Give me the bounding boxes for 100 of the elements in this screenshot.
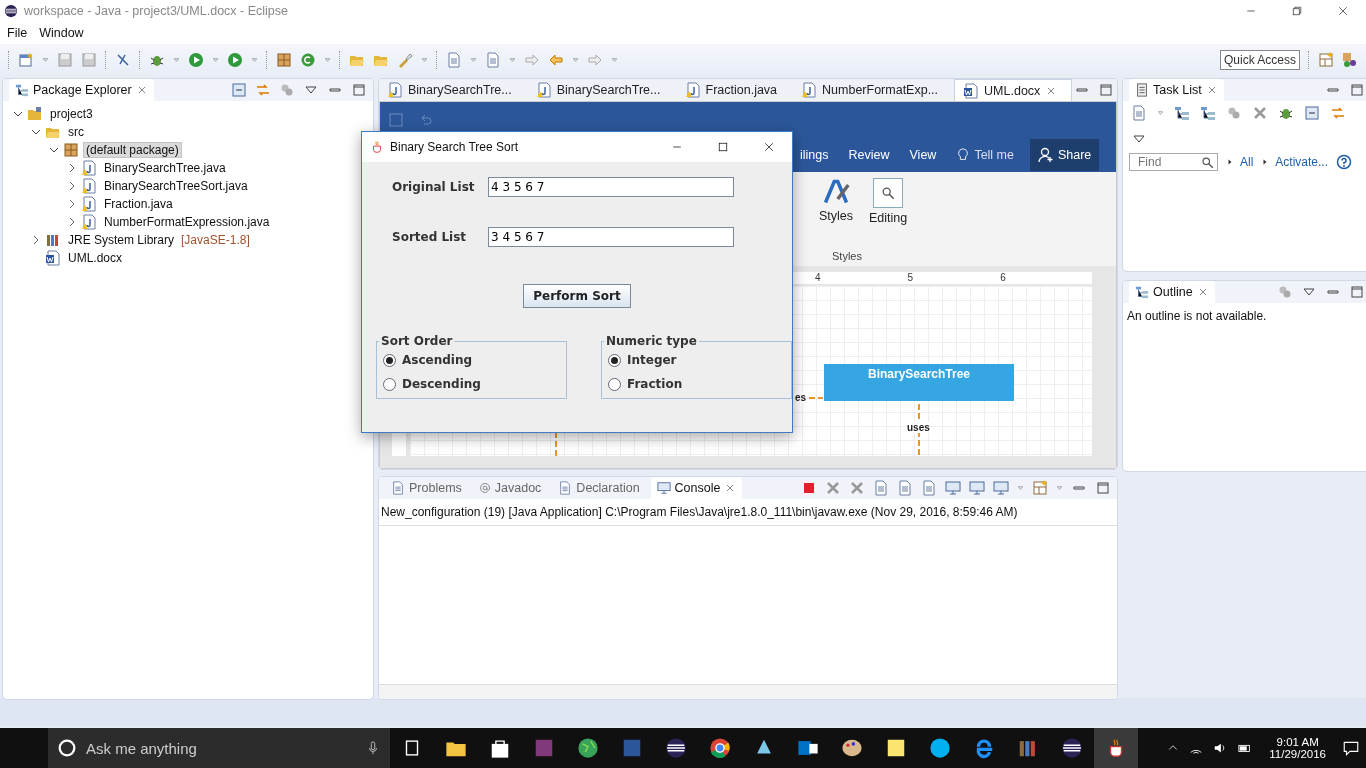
balls-icon[interactable]: [279, 82, 295, 98]
tree-item[interactable]: NumberFormatExpression.java: [101, 214, 273, 230]
radio-label[interactable]: Ascending: [402, 353, 473, 367]
clock-time[interactable]: 9:01 AM: [1276, 736, 1319, 748]
shopping-bag-icon[interactable]: [489, 737, 511, 759]
ribbon-tab[interactable]: ilings: [796, 142, 833, 168]
clock-date[interactable]: 11/29/2016: [1269, 748, 1326, 760]
quick-access-field[interactable]: Quick Access: [1219, 50, 1300, 70]
editor-tab[interactable]: BinarySearchTre...: [379, 79, 526, 101]
hierarchy-icon: [15, 83, 29, 97]
run-with-toolbox-icon[interactable]: [227, 52, 243, 68]
styles-button[interactable]: Styles: [814, 172, 858, 224]
remove-icon[interactable]: [825, 480, 841, 496]
menu-item[interactable]: Window: [35, 24, 88, 42]
panel-tab[interactable]: Console: [650, 477, 743, 499]
new-console-icon[interactable]: [1032, 480, 1048, 496]
radio-label[interactable]: Integer: [627, 353, 677, 367]
show-console-icon[interactable]: [969, 480, 985, 496]
save-icon[interactable]: [57, 52, 73, 68]
forward-arrow-icon[interactable]: [587, 52, 603, 68]
editor-tab[interactable]: UML.docx: [954, 79, 1073, 101]
tree-item-detail: [JavaSE-1.8]: [181, 233, 250, 247]
maximize-icon[interactable]: [1349, 284, 1365, 300]
open-console-icon[interactable]: [993, 480, 1009, 496]
ribbon-tab[interactable]: Review: [844, 142, 894, 168]
java-file-icon: [81, 160, 97, 176]
tree-item[interactable]: JRE System Library: [65, 232, 178, 248]
editing-button[interactable]: Editing: [866, 172, 910, 226]
run-icon[interactable]: [188, 52, 204, 68]
collapse-all-icon[interactable]: [231, 82, 247, 98]
radio-button[interactable]: [608, 377, 621, 391]
tree-item[interactable]: src: [65, 124, 87, 140]
menu-item[interactable]: File: [3, 24, 32, 42]
horizontal-scrollbar[interactable]: [379, 684, 1117, 699]
sticky-note-icon[interactable]: [885, 737, 907, 759]
help-icon[interactable]: [1336, 154, 1353, 170]
stop-icon[interactable]: [801, 480, 817, 496]
color-wheel-icon[interactable]: [709, 737, 731, 759]
remove-all-icon[interactable]: [849, 480, 865, 496]
search-bar[interactable]: Ask me anything: [48, 728, 390, 768]
panel-tab[interactable]: Declaration: [552, 477, 646, 499]
group-label: Styles: [832, 250, 862, 262]
radio-button[interactable]: [383, 353, 396, 367]
radio-button[interactable]: [608, 353, 621, 367]
monitor-icon: [656, 481, 671, 495]
class-circle-icon[interactable]: [300, 52, 316, 68]
panel-tab[interactable]: Task List: [1129, 79, 1224, 101]
open-perspective-icon[interactable]: [1318, 52, 1334, 68]
tell-me-field[interactable]: Tell me: [952, 142, 1018, 168]
java-perspective-icon[interactable]: [1342, 52, 1358, 68]
perform-sort-button[interactable]: Perform Sort: [523, 284, 631, 308]
filter-link[interactable]: All: [1240, 155, 1254, 169]
radio-button[interactable]: [383, 377, 396, 391]
palette-icon[interactable]: [841, 737, 863, 759]
tree-item[interactable]: UML.docx: [65, 250, 126, 266]
search-field[interactable]: Ask me anything: [84, 738, 358, 758]
pin-console-icon[interactable]: [945, 480, 961, 496]
group-title: Numeric type: [605, 334, 698, 348]
maximize-icon[interactable]: [1098, 82, 1115, 98]
search-icon: [881, 186, 895, 200]
categorized-icon[interactable]: [1174, 105, 1190, 121]
panel-tab[interactable]: Javadoc: [472, 477, 548, 499]
tree-item[interactable]: Fraction.java: [101, 196, 176, 212]
new-window-icon[interactable]: [18, 52, 34, 68]
notification-icon[interactable]: [1342, 739, 1360, 757]
document-icon[interactable]: [621, 737, 643, 759]
list-field[interactable]: 3 4 5 6 7: [488, 227, 734, 247]
collapse-all-icon[interactable]: [1304, 105, 1320, 121]
tree-item[interactable]: BinarySearchTreeSort.java: [101, 178, 251, 194]
tree-item[interactable]: project3: [47, 106, 96, 122]
java-file-icon: [81, 196, 97, 212]
maximize-icon[interactable]: [1095, 480, 1111, 496]
microphone-icon[interactable]: [366, 741, 380, 755]
striped-circle-icon[interactable]: [1061, 737, 1083, 759]
maximize-icon[interactable]: [351, 82, 367, 98]
list-field[interactable]: 4 3 5 6 7: [488, 177, 734, 197]
balls-icon[interactable]: [1277, 284, 1293, 300]
scheduled-icon[interactable]: [1200, 105, 1216, 121]
filter-link[interactable]: Activate...: [1275, 155, 1329, 169]
radio-label[interactable]: Fraction: [627, 377, 683, 391]
balls-icon[interactable]: [1226, 105, 1242, 121]
back-arrow-icon[interactable]: [548, 52, 564, 68]
editor-tab[interactable]: BinarySearchTre...: [527, 79, 675, 101]
panel-tab[interactable]: Problems: [385, 477, 468, 499]
striped-circle-icon[interactable]: [665, 737, 687, 759]
panel-tab[interactable]: Outline: [1129, 281, 1215, 303]
maximize-icon[interactable]: [1349, 82, 1365, 98]
notebook-icon[interactable]: [533, 737, 555, 759]
share-button[interactable]: Share: [1029, 139, 1100, 171]
editor-tab[interactable]: NumberFormatExp...: [793, 79, 953, 101]
radio-label[interactable]: Descending: [402, 377, 481, 391]
tree-item[interactable]: BinarySearchTree.java: [101, 160, 229, 176]
globe-icon[interactable]: [577, 737, 599, 759]
panel-tab[interactable]: Package Explorer: [9, 79, 154, 101]
editor-tab[interactable]: Fraction.java: [676, 79, 792, 101]
link-editor-icon[interactable]: [255, 82, 271, 98]
ribbon-tab[interactable]: View: [905, 142, 941, 168]
new-task-icon[interactable]: [1131, 105, 1147, 121]
tree-item[interactable]: (default package): [83, 142, 182, 158]
save-all-icon[interactable]: [81, 52, 97, 68]
